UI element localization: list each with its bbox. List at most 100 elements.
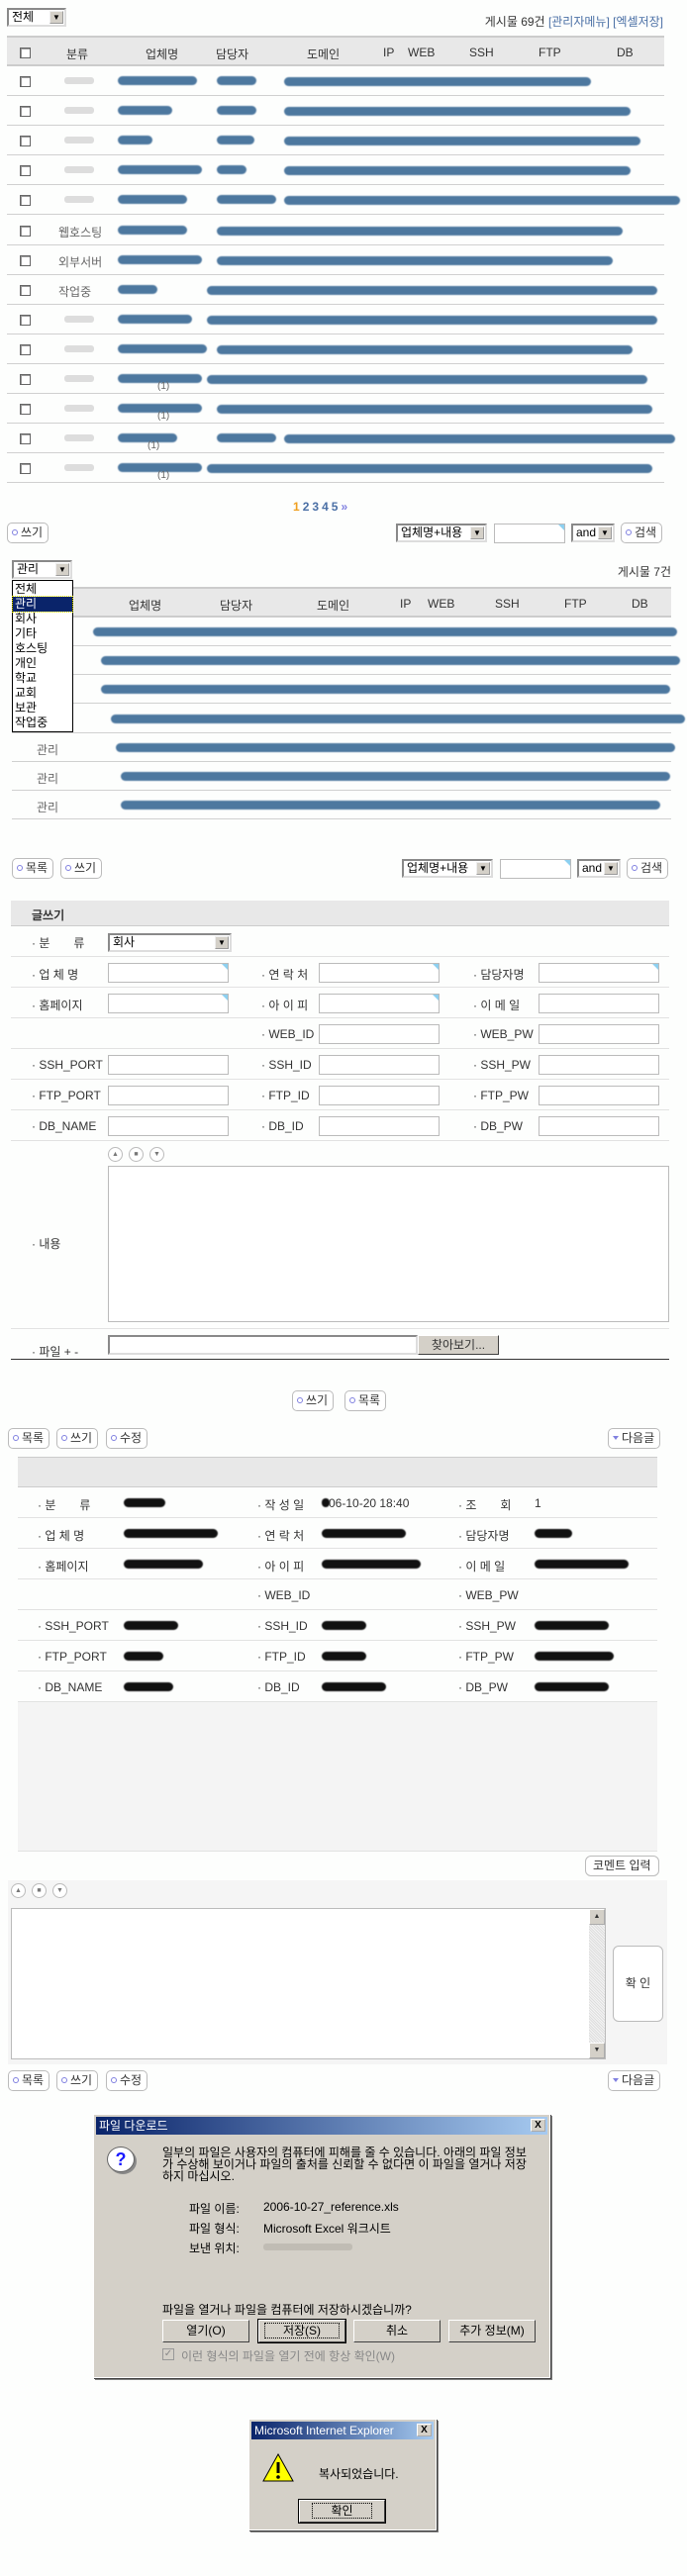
table-row[interactable]: 작업중 bbox=[7, 275, 664, 305]
column-header[interactable]: DB bbox=[617, 46, 634, 59]
expand-up-icon[interactable]: ▲ bbox=[108, 1147, 123, 1162]
expand-up-icon[interactable]: ▲ bbox=[11, 1883, 26, 1898]
table-row[interactable]: (1) bbox=[7, 424, 675, 454]
table-row[interactable] bbox=[12, 675, 671, 705]
field-input[interactable] bbox=[108, 1055, 229, 1075]
field-input[interactable] bbox=[539, 1055, 659, 1075]
dropdown-option[interactable]: 회사 bbox=[13, 612, 72, 626]
search-field-select[interactable]: 업체명+내용 ▼ bbox=[402, 859, 493, 878]
column-header[interactable]: IP bbox=[383, 46, 394, 59]
row-checkbox[interactable] bbox=[20, 374, 31, 385]
page-link[interactable]: 4 bbox=[322, 500, 332, 514]
redacted-company[interactable] bbox=[118, 165, 202, 175]
save-button[interactable]: 저장(S) bbox=[257, 2319, 346, 2343]
table-row[interactable]: 관리 bbox=[12, 762, 671, 791]
list-button[interactable]: 목록 bbox=[8, 2070, 50, 2091]
ok-button[interactable]: 확인 bbox=[298, 2499, 386, 2524]
field-input[interactable] bbox=[319, 963, 440, 983]
dropdown-option[interactable]: 교회 bbox=[13, 686, 72, 701]
column-header[interactable]: 분류 bbox=[66, 46, 88, 62]
file-path-input[interactable] bbox=[108, 1335, 418, 1355]
row-checkbox[interactable] bbox=[20, 254, 31, 266]
table-row[interactable] bbox=[7, 305, 664, 334]
row-checkbox[interactable] bbox=[20, 404, 31, 416]
table-row[interactable]: 웹호스팅 bbox=[7, 216, 664, 245]
write-button[interactable]: 쓰기 bbox=[56, 1428, 99, 1449]
field-input[interactable] bbox=[319, 994, 440, 1013]
always-ask-checkbox[interactable]: ✓ bbox=[162, 2348, 174, 2360]
content-textarea[interactable] bbox=[108, 1166, 669, 1322]
comment-textarea[interactable]: ▲ ▼ bbox=[11, 1908, 606, 2059]
dropdown-option[interactable]: 보관 bbox=[13, 701, 72, 716]
table-row[interactable] bbox=[7, 334, 664, 364]
page-link[interactable]: 5 bbox=[332, 500, 342, 514]
row-checkbox[interactable] bbox=[20, 284, 31, 296]
table-row[interactable]: (1) bbox=[7, 364, 664, 394]
table-row[interactable]: (1) bbox=[7, 453, 664, 484]
column-header[interactable]: 도메인 bbox=[317, 597, 349, 614]
admin-menu-link[interactable]: [관리자메뉴] bbox=[548, 15, 610, 29]
row-checkbox[interactable] bbox=[20, 463, 31, 475]
column-header[interactable]: WEB bbox=[408, 46, 435, 59]
dropdown-option[interactable]: 기타 bbox=[13, 626, 72, 641]
write-button[interactable]: 쓰기 bbox=[7, 523, 49, 543]
dropdown-option[interactable]: 작업중 bbox=[13, 716, 72, 730]
dropdown-option[interactable]: 개인 bbox=[13, 656, 72, 671]
table-row[interactable] bbox=[7, 96, 664, 127]
dropdown-option[interactable]: 호스팅 bbox=[13, 641, 72, 656]
search-button[interactable]: 검색 bbox=[621, 523, 663, 543]
row-checkbox[interactable] bbox=[20, 195, 31, 207]
column-header[interactable]: WEB bbox=[428, 597, 454, 611]
redacted-company[interactable] bbox=[118, 314, 192, 324]
table-row[interactable]: 외부서버 bbox=[7, 245, 664, 275]
write-submit-button[interactable]: 쓰기 bbox=[292, 1390, 335, 1411]
dropdown-option[interactable]: 전체 bbox=[13, 582, 72, 597]
more-info-button[interactable]: 추가 정보(M) bbox=[448, 2320, 536, 2342]
redacted-company[interactable] bbox=[118, 106, 172, 116]
close-icon[interactable]: X bbox=[417, 2424, 432, 2436]
close-icon[interactable]: X bbox=[531, 2119, 545, 2132]
row-checkbox[interactable] bbox=[20, 225, 31, 237]
redacted-company[interactable] bbox=[118, 254, 202, 264]
comment-confirm-button[interactable]: 확 인 bbox=[613, 1946, 663, 2022]
column-header[interactable]: SSH bbox=[495, 597, 520, 611]
column-header[interactable]: SSH bbox=[469, 46, 494, 59]
reset-size-icon[interactable]: ■ bbox=[129, 1147, 144, 1162]
excel-save-link[interactable]: [엑셀저장] bbox=[613, 15, 663, 29]
search-button[interactable]: 검색 bbox=[627, 858, 669, 879]
list-button[interactable]: 목록 bbox=[8, 1428, 50, 1449]
expand-down-icon[interactable]: ▼ bbox=[52, 1883, 67, 1898]
search-field-select[interactable]: 업체명+내용 ▼ bbox=[396, 524, 487, 542]
list-button[interactable]: 목록 bbox=[344, 1390, 387, 1411]
edit-button[interactable]: 수정 bbox=[106, 2070, 148, 2091]
next-post-button[interactable]: 다음글 bbox=[608, 2070, 661, 2091]
table-row[interactable] bbox=[7, 66, 664, 96]
column-header[interactable]: FTP bbox=[539, 46, 561, 59]
redacted-company[interactable] bbox=[118, 225, 187, 235]
field-input[interactable] bbox=[319, 1086, 440, 1105]
column-header[interactable]: 도메인 bbox=[307, 46, 340, 62]
column-header[interactable]: 업체명 bbox=[146, 46, 178, 62]
redacted-company[interactable] bbox=[118, 136, 152, 145]
browse-button[interactable]: 찾아보기... bbox=[418, 1335, 499, 1355]
field-input[interactable] bbox=[539, 994, 659, 1013]
row-checkbox[interactable] bbox=[20, 76, 31, 87]
open-button[interactable]: 열기(O) bbox=[162, 2320, 249, 2342]
scroll-down-icon[interactable]: ▼ bbox=[589, 2043, 605, 2058]
field-input[interactable] bbox=[319, 1116, 440, 1136]
table-row[interactable] bbox=[12, 618, 677, 646]
table-row[interactable] bbox=[7, 155, 664, 186]
edit-button[interactable]: 수정 bbox=[106, 1428, 148, 1449]
table-row[interactable] bbox=[12, 705, 685, 733]
column-header[interactable]: 업체명 bbox=[129, 597, 161, 614]
category-select[interactable]: 회사 ▼ bbox=[108, 933, 232, 952]
redacted-company[interactable] bbox=[118, 76, 197, 85]
row-checkbox[interactable] bbox=[20, 106, 31, 118]
table-row[interactable]: 관리 bbox=[12, 733, 675, 762]
column-header[interactable]: 담당자 bbox=[216, 46, 248, 62]
scrollbar[interactable]: ▲ ▼ bbox=[589, 1909, 605, 2058]
write-button[interactable]: 쓰기 bbox=[56, 2070, 99, 2091]
page-link[interactable]: 1 bbox=[293, 500, 303, 514]
table-row[interactable]: 관리 bbox=[12, 791, 671, 820]
list-button[interactable]: 목록 bbox=[12, 858, 54, 879]
